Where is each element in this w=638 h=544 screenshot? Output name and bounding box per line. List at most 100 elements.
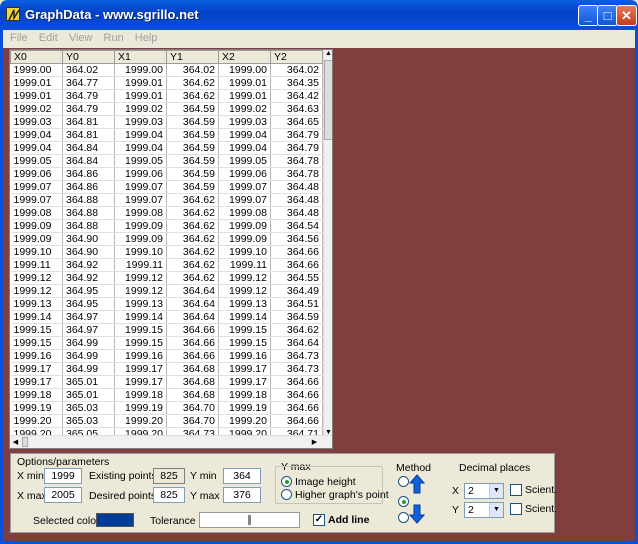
grid-cell[interactable]: 1999.05 — [218, 154, 271, 168]
grid-cell[interactable]: 1999.04 — [218, 128, 271, 142]
grid-cell[interactable]: 1999.10 — [10, 245, 63, 259]
grid-cell[interactable]: 364.66 — [270, 258, 323, 272]
decimal-x-select[interactable]: 2 ▼ — [464, 483, 504, 499]
grid-cell[interactable]: 364.97 — [62, 310, 115, 324]
menu-file[interactable]: File — [6, 30, 32, 44]
maximize-button[interactable]: □ — [597, 5, 618, 26]
grid-cell[interactable]: 364.63 — [270, 102, 323, 116]
ymax-input[interactable]: 376 — [223, 487, 261, 503]
grid-cell[interactable]: 364.66 — [166, 349, 219, 363]
grid-cell[interactable]: 1999.17 — [10, 362, 63, 376]
grid-cell[interactable]: 364.55 — [270, 271, 323, 285]
scroll-right-icon[interactable]: ▶ — [310, 438, 319, 446]
grid-cell[interactable]: 1999.02 — [114, 102, 167, 116]
grid-cell[interactable]: 364.59 — [166, 128, 219, 142]
grid-cell[interactable]: 364.84 — [62, 154, 115, 168]
grid-cell[interactable]: 1999.18 — [114, 388, 167, 402]
decimal-y-select[interactable]: 2 ▼ — [464, 502, 504, 518]
grid-cell[interactable]: 364.49 — [270, 284, 323, 298]
grid-cell[interactable]: 1999.11 — [114, 258, 167, 272]
tolerance-slider[interactable] — [199, 512, 300, 528]
grid-cell[interactable]: 364.62 — [166, 76, 219, 90]
grid-cell[interactable]: 1999.07 — [114, 193, 167, 207]
grid-cell[interactable]: 1999.13 — [114, 297, 167, 311]
grid-cell[interactable]: 1999.15 — [114, 336, 167, 350]
grid-cell[interactable]: 364.59 — [270, 310, 323, 324]
grid-cell[interactable]: 364.79 — [270, 128, 323, 142]
grid-cell[interactable]: 1999.07 — [218, 180, 271, 194]
grid-cell[interactable]: 364.02 — [62, 63, 115, 77]
grid-cell[interactable]: 364.59 — [166, 180, 219, 194]
grid-cell[interactable]: 1999.10 — [218, 245, 271, 259]
grid-cell[interactable]: 364.66 — [166, 323, 219, 337]
scient-y-checkbox[interactable] — [510, 503, 522, 515]
menu-help[interactable]: Help — [131, 30, 162, 44]
xmax-input[interactable]: 2005 — [44, 487, 82, 503]
grid-cell[interactable]: 1999.20 — [114, 414, 167, 428]
grid-cell[interactable]: 1999.17 — [10, 375, 63, 389]
grid-cell[interactable]: 1999.02 — [10, 102, 63, 116]
column-header-x1[interactable]: X1 — [114, 50, 167, 64]
grid-cell[interactable]: 1999.16 — [10, 349, 63, 363]
scient-x-checkbox[interactable] — [510, 484, 522, 496]
grid-cell[interactable]: 1999.19 — [10, 401, 63, 415]
scroll-left-icon[interactable]: ◀ — [11, 438, 20, 446]
grid-cell[interactable]: 1999.15 — [10, 323, 63, 337]
grid-cell[interactable]: 1999.15 — [218, 323, 271, 337]
method-third-radio[interactable] — [398, 512, 409, 523]
grid-cell[interactable]: 364.73 — [270, 349, 323, 363]
grid-cell[interactable]: 1999.05 — [114, 154, 167, 168]
grid-cell[interactable]: 1999.13 — [10, 297, 63, 311]
grid-cell[interactable]: 1999.04 — [114, 128, 167, 142]
grid-cell[interactable]: 1999.17 — [114, 375, 167, 389]
grid-cell[interactable]: 364.77 — [62, 76, 115, 90]
horizontal-scrollbar[interactable]: ◀ ▶ — [10, 435, 332, 448]
grid-cell[interactable]: 1999.01 — [218, 76, 271, 90]
grid-cell[interactable]: 1999.20 — [218, 414, 271, 428]
grid-cell[interactable]: 364.78 — [270, 167, 323, 181]
grid-cell[interactable]: 1999.05 — [10, 154, 63, 168]
grid-cell[interactable]: 1999.00 — [10, 63, 63, 77]
menu-view[interactable]: View — [65, 30, 97, 44]
grid-cell[interactable]: 1999.07 — [114, 180, 167, 194]
menu-run[interactable]: Run — [100, 30, 128, 44]
grid-cell[interactable]: 1999.16 — [218, 349, 271, 363]
grid-cell[interactable]: 1999.08 — [114, 206, 167, 220]
grid-cell[interactable]: 364.42 — [270, 89, 323, 103]
grid-cell[interactable]: 364.59 — [166, 102, 219, 116]
grid-cell[interactable]: 364.68 — [166, 362, 219, 376]
grid-cell[interactable]: 1999.09 — [10, 219, 63, 233]
grid-cell[interactable]: 364.48 — [270, 180, 323, 194]
grid-cell[interactable]: 1999.00 — [114, 63, 167, 77]
grid-cell[interactable]: 1999.10 — [114, 245, 167, 259]
grid-cell[interactable]: 364.73 — [270, 362, 323, 376]
grid-cell[interactable]: 1999.17 — [218, 375, 271, 389]
grid-cell[interactable]: 1999.01 — [114, 89, 167, 103]
grid-cell[interactable]: 365.01 — [62, 388, 115, 402]
grid-cell[interactable]: 1999.08 — [218, 206, 271, 220]
grid-cell[interactable]: 1999.04 — [10, 141, 63, 155]
tolerance-slider-thumb[interactable] — [248, 515, 251, 525]
grid-cell[interactable]: 365.03 — [62, 414, 115, 428]
grid-cell[interactable]: 1999.07 — [10, 180, 63, 194]
scroll-up-icon[interactable]: ▲ — [324, 50, 332, 57]
grid-cell[interactable]: 1999.14 — [10, 310, 63, 324]
close-button[interactable]: ✕ — [616, 5, 637, 26]
grid-cell[interactable]: 364.78 — [270, 154, 323, 168]
grid-cell[interactable]: 364.70 — [166, 414, 219, 428]
grid-cell[interactable]: 364.84 — [62, 141, 115, 155]
grid-cell[interactable]: 364.90 — [62, 245, 115, 259]
grid-cell[interactable]: 1999.12 — [10, 284, 63, 298]
grid-cell[interactable]: 1999.09 — [218, 232, 271, 246]
grid-cell[interactable]: 364.97 — [62, 323, 115, 337]
grid-cell[interactable]: 364.62 — [166, 89, 219, 103]
desired-points-input[interactable]: 825 — [153, 487, 185, 503]
grid-cell[interactable]: 1999.08 — [10, 206, 63, 220]
grid-cell[interactable]: 1999.18 — [218, 388, 271, 402]
grid-cell[interactable]: 1999.09 — [218, 219, 271, 233]
data-grid[interactable]: X0 Y0 X1 Y1 X2 Y2 1999.00 364.02 1999.00 36… — [9, 49, 333, 449]
grid-cell[interactable]: 364.68 — [166, 375, 219, 389]
grid-cell[interactable]: 364.95 — [62, 284, 115, 298]
grid-cell[interactable]: 364.64 — [166, 310, 219, 324]
grid-cell[interactable]: 1999.09 — [114, 232, 167, 246]
